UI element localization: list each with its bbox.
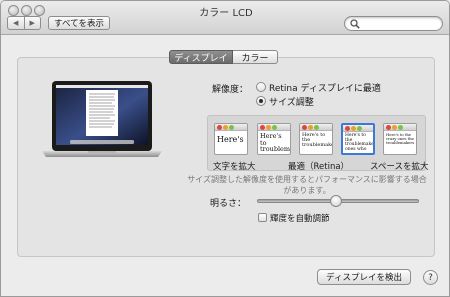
forward-button[interactable]: ▶ xyxy=(23,17,41,29)
scale-option-4-selected[interactable]: Here's to the troublemakers ones who xyxy=(341,123,375,155)
auto-brightness-checkbox[interactable] xyxy=(258,213,267,222)
tab-color[interactable]: カラー xyxy=(233,50,278,64)
brightness-label: 明るさ： xyxy=(210,199,247,209)
resolution-label: 解像度： xyxy=(212,85,249,95)
brightness-slider[interactable] xyxy=(257,195,419,207)
scale-option-best-retina[interactable]: Here's to the troublemakers xyxy=(299,123,333,155)
radio-retina-best[interactable] xyxy=(256,82,266,92)
preferences-window: カラー LCD ◀ ▶ すべてを表示 ディスプレイ カラー 解像度： Retin… xyxy=(0,0,450,297)
tab-display[interactable]: ディスプレイ xyxy=(169,50,233,64)
title-bar: カラー LCD ◀ ▶ すべてを表示 xyxy=(1,1,449,35)
caption-larger-text: 文字を拡大 xyxy=(213,162,256,172)
auto-brightness-label: 輝度を自動調節 xyxy=(270,214,330,224)
radio-scaled[interactable] xyxy=(256,96,266,106)
thumb-sample-text: Here's to the troublemakers xyxy=(302,132,332,148)
search-icon xyxy=(350,19,360,29)
caption-best-retina: 最適（Retina） xyxy=(288,162,350,172)
scale-option-2[interactable]: Here's to troublem xyxy=(257,123,291,155)
caption-more-space: スペースを拡大 xyxy=(370,162,429,172)
thumb-sample-text: Here's xyxy=(217,135,244,144)
help-button[interactable]: ? xyxy=(423,270,438,285)
thumb-sample-text: Here's to troublem xyxy=(260,132,291,153)
detect-displays-button[interactable]: ディスプレイを検出 xyxy=(317,269,411,285)
search-field[interactable] xyxy=(344,16,443,31)
radio-scaled-label: サイズ調整 xyxy=(269,98,314,108)
radio-retina-best-label: Retina ディスプレイに最適 xyxy=(269,84,381,94)
thumb-sample-text: Here's to the troublemakers ones who xyxy=(345,133,374,152)
scale-option-larger-text[interactable]: Here's xyxy=(214,123,248,155)
thumb-sample-text: Here's to the crazy ones the troublemake… xyxy=(386,132,415,145)
scale-option-more-space[interactable]: Here's to the crazy ones the troublemake… xyxy=(383,123,417,155)
back-button[interactable]: ◀ xyxy=(8,17,24,29)
tab-bar: ディスプレイ カラー xyxy=(169,50,278,64)
performance-note: サイズ調整した解像度を使用するとパフォーマンスに影響する場合があります。 xyxy=(187,175,427,195)
nav-buttons: ◀ ▶ xyxy=(7,16,41,30)
show-all-button[interactable]: すべてを表示 xyxy=(48,16,110,30)
macbook-display-image xyxy=(42,81,162,157)
